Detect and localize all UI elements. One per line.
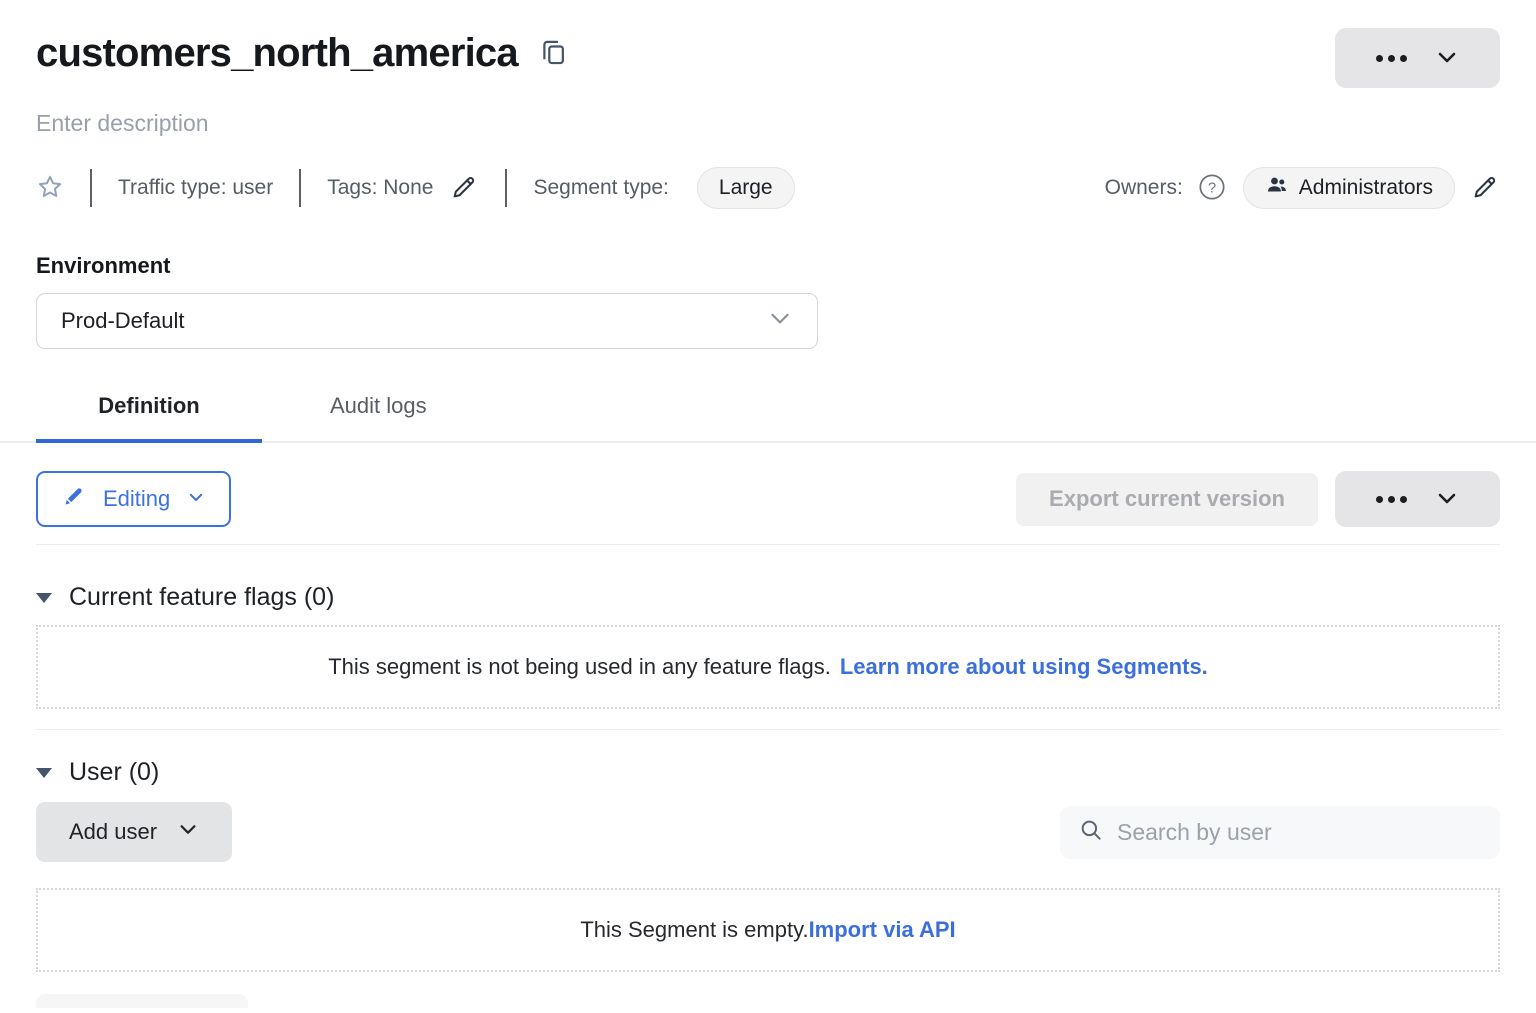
segment-empty-text: This Segment is empty. (580, 917, 808, 943)
search-by-user-input[interactable] (1117, 819, 1482, 846)
export-current-version-button[interactable]: Export current version (1016, 473, 1318, 526)
tags-label: Tags: None (327, 176, 433, 200)
copy-name-button[interactable] (538, 36, 568, 71)
segment-detail-page: customers_north_america Enter descriptio… (0, 0, 1536, 1002)
divider (36, 729, 1500, 730)
meta-separator (299, 169, 301, 207)
favorite-star-button[interactable] (36, 173, 64, 204)
header-more-button[interactable] (1335, 28, 1500, 88)
import-via-api-link[interactable]: Import via API (809, 917, 956, 943)
feature-flags-empty-text: This segment is not being used in any fe… (328, 654, 831, 680)
user-search-box (1060, 806, 1500, 859)
divider (36, 544, 1500, 545)
toolbar-more-button[interactable] (1335, 471, 1500, 527)
more-icon (1376, 55, 1407, 62)
owners-label: Owners: (1105, 176, 1183, 200)
people-icon (1265, 173, 1289, 203)
editing-label: Editing (103, 486, 170, 512)
tab-bar: Definition Audit logs (0, 393, 1536, 443)
feature-flags-section-header[interactable]: Current feature flags (0) (36, 583, 334, 612)
tab-audit-logs[interactable]: Audit logs (320, 393, 437, 441)
tab-definition[interactable]: Definition (36, 393, 262, 441)
star-icon (36, 173, 64, 204)
question-circle-icon: ? (1198, 173, 1226, 204)
add-user-label: Add user (69, 819, 157, 845)
tags-item: Tags: None (327, 172, 479, 205)
collapse-triangle-icon (36, 593, 52, 603)
editing-mode-button[interactable]: Editing (36, 471, 231, 527)
owners-value: Administrators (1299, 176, 1433, 200)
page-header: customers_north_america (36, 0, 1500, 88)
owners-group: Owners: ? Admi (1105, 167, 1500, 209)
owners-badge: Administrators (1243, 167, 1455, 209)
edit-tags-button[interactable] (449, 172, 479, 205)
user-section-title: User (0) (69, 758, 159, 787)
segment-empty-box: This Segment is empty.Import via API (36, 888, 1500, 972)
owners-help-button[interactable]: ? (1198, 173, 1226, 204)
feature-flags-empty-box: This segment is not being used in any fe… (36, 625, 1500, 709)
definition-toolbar: Editing Export current version (36, 471, 1500, 527)
page-title: customers_north_america (36, 28, 518, 78)
environment-select[interactable]: Prod-Default (36, 293, 818, 349)
user-section-header[interactable]: User (0) (36, 758, 159, 787)
pencil-icon (449, 172, 479, 205)
chevron-down-icon (1435, 486, 1459, 513)
environment-label: Environment (36, 253, 1500, 279)
svg-text:?: ? (1208, 180, 1216, 196)
environment-selected-value: Prod-Default (61, 308, 185, 334)
feature-flags-section-title: Current feature flags (0) (69, 583, 334, 612)
traffic-type-label: Traffic type: user (118, 176, 273, 200)
learn-more-link[interactable]: Learn more about using Segments. (840, 654, 1208, 680)
collapse-triangle-icon (36, 768, 52, 778)
meta-separator (505, 169, 507, 207)
pencil-icon (1470, 172, 1500, 205)
chevron-down-icon (187, 486, 205, 512)
segment-type-item: Segment type: Large (533, 167, 794, 209)
pencil-filled-icon (62, 484, 86, 514)
user-controls-row: Add user (36, 802, 1500, 862)
chevron-down-icon (1435, 45, 1459, 72)
chevron-down-icon (177, 818, 199, 846)
segment-type-badge: Large (697, 167, 795, 209)
edit-owners-button[interactable] (1470, 172, 1500, 205)
meta-row: Traffic type: user Tags: None Segment ty… (36, 167, 1500, 209)
add-user-button[interactable]: Add user (36, 802, 232, 862)
search-icon (1078, 817, 1104, 848)
more-icon (1376, 496, 1407, 503)
title-group: customers_north_america (36, 28, 568, 78)
meta-separator (90, 169, 92, 207)
chevron-down-icon (767, 305, 793, 337)
cutoff-bottom-button[interactable] (36, 994, 248, 1008)
description-field[interactable]: Enter description (36, 110, 209, 137)
copy-icon (538, 36, 568, 71)
segment-type-label: Segment type: (533, 176, 668, 200)
